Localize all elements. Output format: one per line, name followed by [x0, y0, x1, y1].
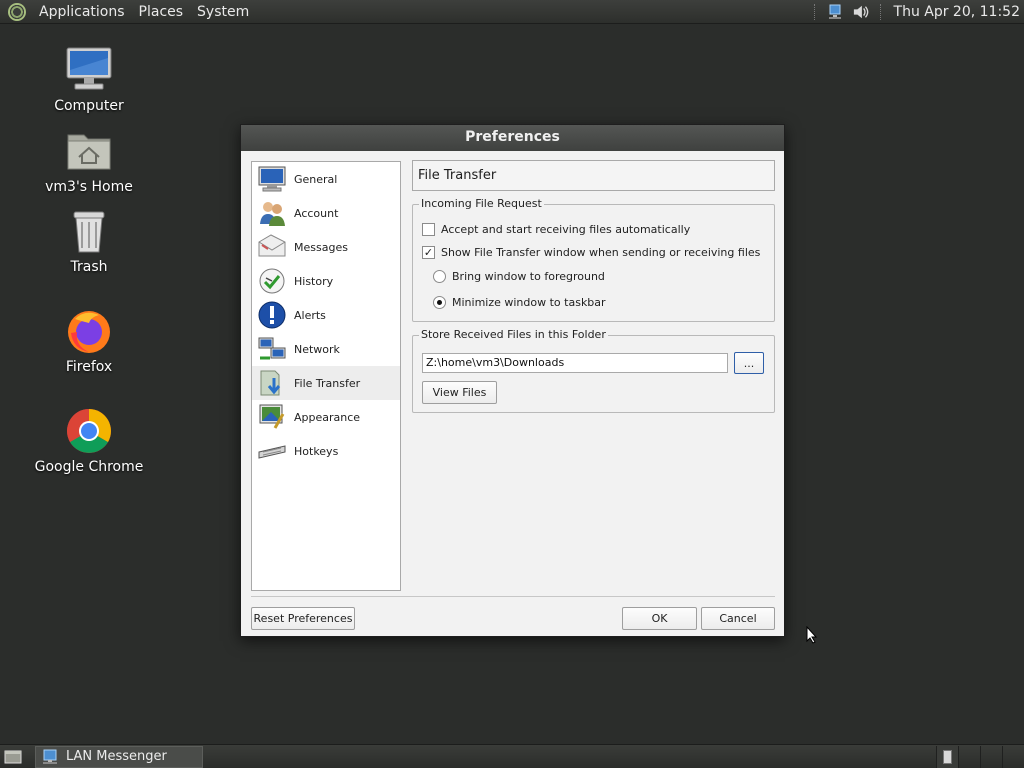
- file-transfer-icon: [256, 367, 288, 399]
- nav-label: Hotkeys: [294, 444, 339, 458]
- panel-separator: [879, 3, 882, 20]
- checkbox-label: Accept and start receiving files automat…: [441, 223, 691, 236]
- nav-item-alerts[interactable]: Alerts: [252, 298, 400, 332]
- desktop-icon-computer[interactable]: Computer: [29, 46, 149, 114]
- desktop-icon-home[interactable]: vm3's Home: [29, 127, 149, 195]
- ok-button[interactable]: OK: [622, 607, 697, 630]
- panel-separator: [813, 3, 816, 20]
- group-legend: Store Received Files in this Folder: [419, 328, 608, 341]
- nav-item-history[interactable]: History: [252, 264, 400, 298]
- desktop-icon-label: Firefox: [65, 359, 113, 375]
- desktop-icon-firefox[interactable]: Firefox: [29, 307, 149, 375]
- menu-places[interactable]: Places: [132, 0, 191, 24]
- cancel-button[interactable]: Cancel: [701, 607, 775, 630]
- browse-folder-button[interactable]: ...: [734, 352, 764, 374]
- nav-label: Appearance: [294, 410, 361, 424]
- taskbar-item-lan-messenger[interactable]: LAN Messenger: [35, 745, 203, 768]
- nav-label: History: [294, 274, 334, 288]
- nav-item-file-transfer[interactable]: File Transfer: [252, 366, 400, 400]
- radio-button[interactable]: [433, 270, 446, 283]
- nav-label: Network: [294, 342, 340, 356]
- desktop-icon-label: Google Chrome: [34, 459, 144, 475]
- nav-item-account[interactable]: Account: [252, 196, 400, 230]
- clock[interactable]: Thu Apr 20, 11:52: [888, 4, 1024, 20]
- mouse-cursor-icon: [806, 625, 818, 648]
- bring-foreground-radio[interactable]: Bring window to foreground: [433, 270, 605, 283]
- network-computers-icon: [256, 333, 288, 365]
- checkbox-label: Show File Transfer window when sending o…: [441, 246, 761, 259]
- nav-label: Messages: [294, 240, 348, 254]
- volume-icon[interactable]: [853, 4, 869, 20]
- gnome-foot-icon[interactable]: [8, 2, 26, 21]
- preferences-nav-list: General Account Messages History Alerts: [251, 161, 401, 591]
- show-desktop-icon[interactable]: [1, 746, 25, 768]
- appearance-icon: [256, 401, 288, 433]
- clock-icon: [256, 265, 288, 297]
- radio-label: Bring window to foreground: [452, 270, 605, 283]
- users-icon: [256, 197, 288, 229]
- lan-messenger-icon: [42, 749, 58, 765]
- minimize-taskbar-radio[interactable]: Minimize window to taskbar: [433, 296, 606, 309]
- top-panel: Applications Places System Thu Apr 20, 1…: [0, 0, 1024, 24]
- workspace-2[interactable]: [958, 745, 980, 768]
- preferences-dialog: Preferences General Account Messages His…: [240, 124, 785, 637]
- view-files-button[interactable]: View Files: [422, 381, 497, 404]
- checkbox-box[interactable]: [422, 223, 435, 236]
- dialog-title[interactable]: Preferences: [241, 125, 784, 151]
- nav-label: Account: [294, 206, 339, 220]
- download-folder-input[interactable]: Z:\home\vm3\Downloads: [422, 353, 728, 373]
- nav-item-general[interactable]: General: [252, 162, 400, 196]
- trash-icon: [65, 207, 113, 255]
- nav-label: Alerts: [294, 308, 326, 322]
- store-folder-group: Store Received Files in this Folder Z:\h…: [412, 328, 775, 413]
- accept-auto-checkbox[interactable]: Accept and start receiving files automat…: [422, 223, 690, 236]
- show-window-checkbox[interactable]: ✓ Show File Transfer window when sending…: [422, 246, 760, 259]
- bottom-panel: LAN Messenger: [0, 744, 1024, 768]
- workspace-switcher: [936, 745, 1024, 768]
- keyboard-icon: [256, 435, 288, 467]
- checkbox-box[interactable]: ✓: [422, 246, 435, 259]
- desktop-icon-label: vm3's Home: [45, 179, 133, 195]
- radio-label: Minimize window to taskbar: [452, 296, 606, 309]
- nav-item-messages[interactable]: Messages: [252, 230, 400, 264]
- desktop-icon-chrome[interactable]: Google Chrome: [29, 407, 149, 475]
- nav-item-network[interactable]: Network: [252, 332, 400, 366]
- desktop-icon-label: Computer: [54, 98, 124, 114]
- panel-right: Thu Apr 20, 11:52: [808, 0, 1024, 24]
- group-legend: Incoming File Request: [419, 197, 544, 210]
- chrome-icon: [65, 407, 113, 455]
- menu-system[interactable]: System: [190, 0, 256, 24]
- workspace-3[interactable]: [980, 745, 1002, 768]
- incoming-file-request-group: Incoming File Request Accept and start r…: [412, 197, 775, 322]
- workspace-4[interactable]: [1002, 745, 1024, 768]
- reset-preferences-button[interactable]: Reset Preferences: [251, 607, 355, 630]
- radio-button[interactable]: [433, 296, 446, 309]
- menu-applications[interactable]: Applications: [32, 0, 132, 24]
- network-icon[interactable]: [827, 4, 843, 20]
- info-icon: [256, 299, 288, 331]
- nav-label: General: [294, 172, 338, 186]
- nav-label: File Transfer: [294, 376, 361, 390]
- nav-item-appearance[interactable]: Appearance: [252, 400, 400, 434]
- monitor-icon: [256, 163, 288, 195]
- nav-item-hotkeys[interactable]: Hotkeys: [252, 434, 400, 468]
- desktop-icon-label: Trash: [70, 259, 108, 275]
- envelope-icon: [256, 231, 288, 263]
- taskbar-item-label: LAN Messenger: [66, 749, 167, 764]
- footer-divider: [251, 596, 775, 597]
- firefox-icon: [65, 307, 113, 355]
- computer-icon: [65, 46, 113, 94]
- desktop-icon-trash[interactable]: Trash: [29, 207, 149, 275]
- workspace-1[interactable]: [936, 745, 958, 768]
- page-title: File Transfer: [412, 160, 775, 191]
- home-folder-icon: [65, 127, 113, 175]
